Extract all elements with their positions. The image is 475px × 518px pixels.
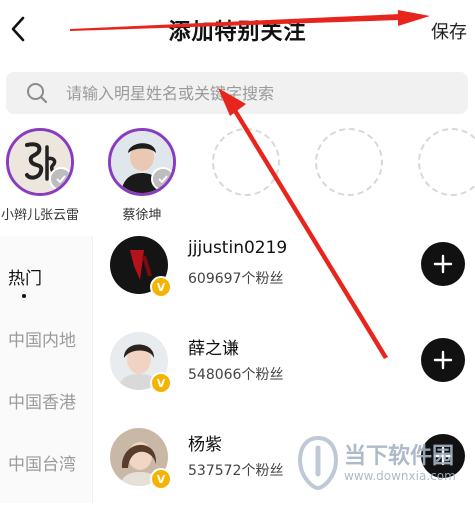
empty-slot xyxy=(418,128,475,196)
plus-icon xyxy=(433,254,453,274)
list-item[interactable]: V 薛之谦 548066个粉丝 xyxy=(92,330,475,422)
save-button[interactable]: 保存 xyxy=(431,18,467,44)
add-follow-button[interactable] xyxy=(421,338,465,382)
check-icon xyxy=(49,167,71,191)
category-mainland[interactable]: 中国内地 xyxy=(0,326,92,351)
fan-count: 537572个粉丝 xyxy=(188,463,284,479)
verified-badge-icon: V xyxy=(150,468,172,490)
category-hongkong[interactable]: 中国香港 xyxy=(0,388,92,413)
empty-slot xyxy=(315,128,383,196)
check-icon xyxy=(151,167,173,191)
active-indicator xyxy=(22,294,26,298)
add-follow-button[interactable] xyxy=(421,242,465,286)
avatar xyxy=(6,128,74,196)
plus-icon xyxy=(433,350,453,370)
page-title: 添加特别关注 xyxy=(168,20,307,45)
category-taiwan[interactable]: 中国台湾 xyxy=(0,450,92,475)
selected-star-2[interactable]: 蔡徐坤 xyxy=(108,128,176,223)
header-bar: 添加特别关注 保存 xyxy=(0,0,475,60)
watermark: 当下软件园 www.downxia.com xyxy=(296,434,471,496)
empty-slot xyxy=(212,128,280,196)
category-sidebar: 热门 中国内地 中国香港 中国台湾 xyxy=(0,236,93,503)
list-item[interactable]: V jjjustin0219 609697个粉丝 xyxy=(92,234,475,326)
watermark-url: www.downxia.com xyxy=(344,469,456,483)
avatar xyxy=(108,128,176,196)
selected-star-name: 小辫儿张云雷 xyxy=(0,208,79,223)
search-bar[interactable] xyxy=(6,72,468,114)
search-input[interactable] xyxy=(64,82,448,104)
star-name: 杨紫 xyxy=(188,435,222,455)
search-icon xyxy=(24,80,50,106)
star-name: jjjustin0219 xyxy=(188,238,288,258)
star-name: 薛之谦 xyxy=(188,339,239,359)
verified-badge-icon: V xyxy=(150,372,172,394)
category-hot[interactable]: 热门 xyxy=(0,264,92,289)
selected-star-name: 蔡徐坤 xyxy=(122,208,162,223)
watermark-logo-icon xyxy=(297,435,339,491)
selected-star-1[interactable]: 小辫儿张云雷 xyxy=(1,128,79,223)
verified-badge-icon: V xyxy=(150,276,172,298)
watermark-text: 当下软件园 xyxy=(344,444,455,469)
fan-count: 548066个粉丝 xyxy=(188,367,284,383)
fan-count: 609697个粉丝 xyxy=(188,271,284,287)
selected-stars-row: 小辫儿张云雷 蔡徐坤 xyxy=(0,128,475,226)
